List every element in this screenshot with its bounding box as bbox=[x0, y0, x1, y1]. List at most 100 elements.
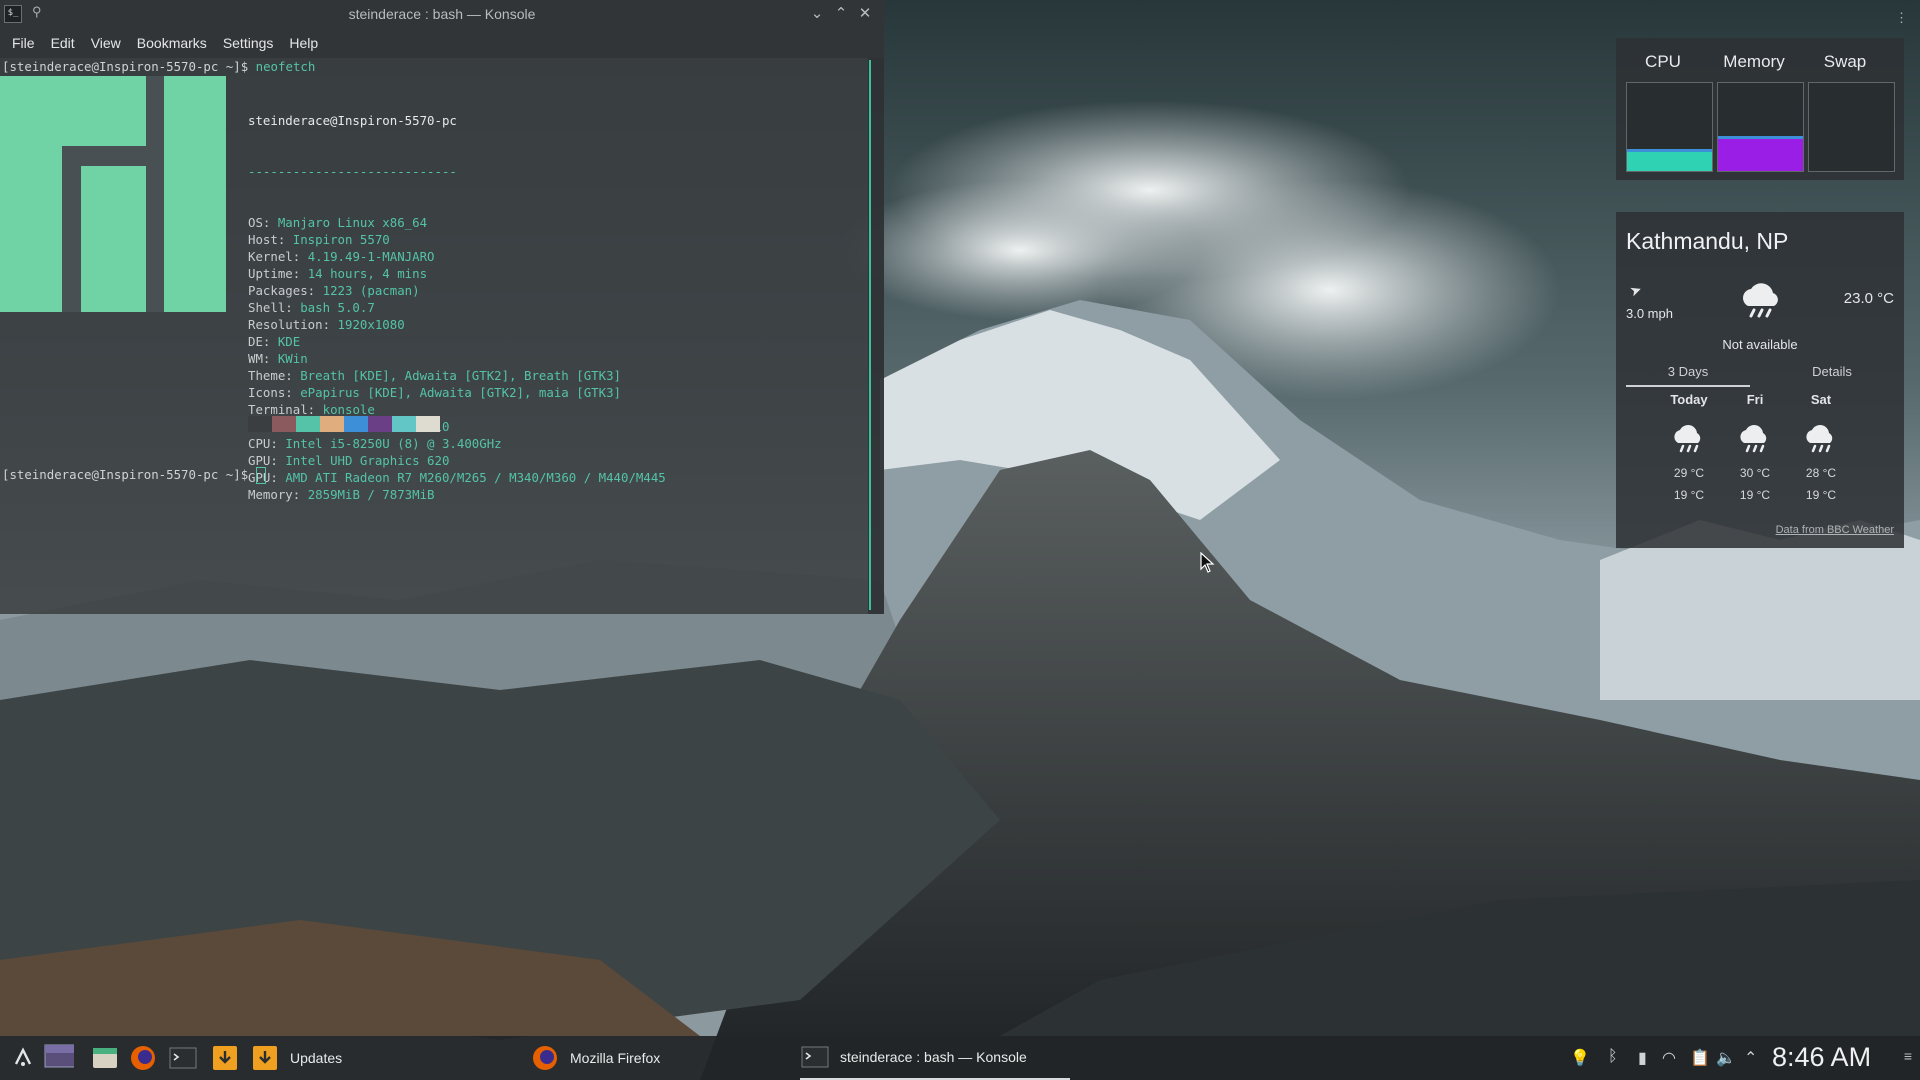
info-line: Shell: bash 5.0.7 bbox=[248, 299, 666, 316]
info-value: KWin bbox=[277, 351, 308, 366]
close-icon[interactable]: ✕ bbox=[854, 3, 876, 25]
info-key: Memory: bbox=[248, 487, 308, 502]
info-value: bash 5.0.7 bbox=[300, 300, 375, 315]
prompt: [steinderace@Inspiron-5570-pc ~]$ bbox=[2, 59, 256, 74]
volume-icon[interactable]: 🔈 bbox=[1716, 1048, 1736, 1068]
file-manager-icon[interactable] bbox=[90, 1044, 120, 1072]
info-line: Theme: Breath [KDE], Adwaita [GTK2], Bre… bbox=[248, 367, 666, 384]
application-launcher-icon[interactable] bbox=[8, 1044, 38, 1072]
wind-speed: 3.0 mph bbox=[1626, 306, 1673, 321]
forecast-low: 19 °C bbox=[1739, 488, 1771, 502]
text-cursor bbox=[255, 467, 266, 484]
info-line: Uptime: 14 hours, 4 mins bbox=[248, 265, 666, 282]
info-line: Host: Inspiron 5570 bbox=[248, 231, 666, 248]
menu-settings[interactable]: Settings bbox=[215, 35, 282, 51]
task-updates[interactable]: Updates bbox=[250, 1036, 520, 1080]
info-value: 4.19.49-1-MANJARO bbox=[307, 249, 435, 264]
info-value: Inspiron 5570 bbox=[292, 232, 390, 247]
tab-details[interactable]: Details bbox=[1770, 364, 1894, 379]
cpu-label: CPU bbox=[1645, 52, 1681, 71]
neofetch-info: steinderace@Inspiron-5570-pc -----------… bbox=[248, 78, 666, 537]
cpu-meter[interactable] bbox=[1626, 82, 1713, 172]
prompt: [steinderace@Inspiron-5570-pc ~]$ bbox=[2, 467, 256, 482]
clock[interactable]: 8:46 AM bbox=[1772, 1042, 1871, 1073]
terminal-icon[interactable] bbox=[168, 1044, 198, 1072]
battery-icon[interactable]: ▮ bbox=[1638, 1048, 1647, 1068]
cpu-fill bbox=[1627, 148, 1712, 171]
bluetooth-icon[interactable]: ᛒ bbox=[1608, 1048, 1618, 1066]
wifi-icon[interactable]: ◠ bbox=[1662, 1048, 1676, 1068]
info-value: Intel UHD Graphics 620 bbox=[285, 453, 450, 468]
forecast-high: 29 °C bbox=[1673, 466, 1705, 480]
memory-label: Memory bbox=[1723, 52, 1785, 71]
download-icon[interactable] bbox=[210, 1044, 240, 1072]
info-value: 2859MiB / 7873MiB bbox=[307, 487, 435, 502]
terminal-area[interactable]: [steinderace@Inspiron-5570-pc ~]$ neofet… bbox=[0, 58, 868, 614]
command-line: [steinderace@Inspiron-5570-pc ~]$ neofet… bbox=[2, 58, 315, 75]
tab-3-days[interactable]: 3 Days bbox=[1626, 364, 1750, 387]
info-key: Terminal: bbox=[248, 402, 323, 417]
info-key: WM: bbox=[248, 351, 278, 366]
task-konsole[interactable]: steinderace : bash — Konsole bbox=[800, 1036, 1070, 1080]
separator: ---------------------------- bbox=[248, 164, 457, 179]
swap-meter[interactable] bbox=[1808, 82, 1895, 172]
system-monitor-widget[interactable]: CPU Memory Swap bbox=[1616, 38, 1904, 180]
info-line: WM: KWin bbox=[248, 350, 666, 367]
info-key: Shell: bbox=[248, 300, 301, 315]
menu-bookmarks[interactable]: Bookmarks bbox=[129, 35, 215, 51]
info-key: Icons: bbox=[248, 385, 301, 400]
konsole-window[interactable]: $_ ⚲ steinderace : bash — Konsole ⌄ ⌃ ✕ … bbox=[0, 0, 884, 614]
panel-settings-icon[interactable]: ≡ bbox=[1904, 1048, 1912, 1064]
weather-widget[interactable]: Kathmandu, NP ➤ 3.0 mph 23.0 °C Not avai… bbox=[1616, 212, 1904, 548]
menu-view[interactable]: View bbox=[83, 35, 129, 51]
info-value: ePapirus [KDE], Adwaita [GTK2], maia [GT… bbox=[300, 385, 621, 400]
maximize-icon[interactable]: ⌃ bbox=[830, 3, 852, 25]
menu-help[interactable]: Help bbox=[281, 35, 326, 51]
forecast-low: 19 °C bbox=[1805, 488, 1837, 502]
minimize-icon[interactable]: ⌄ bbox=[806, 3, 828, 25]
info-value: 14 hours, 4 mins bbox=[307, 266, 428, 281]
info-line: Resolution: 1920x1080 bbox=[248, 316, 666, 333]
task-label: Updates bbox=[290, 1050, 343, 1066]
data-source-link[interactable]: Data from BBC Weather bbox=[1776, 524, 1894, 536]
expand-icon[interactable]: ⌃ bbox=[1744, 1048, 1757, 1068]
menu-edit[interactable]: Edit bbox=[43, 35, 83, 51]
terminal-scrollbar[interactable] bbox=[868, 58, 884, 614]
firefox-icon bbox=[533, 1046, 557, 1070]
info-value: KDE bbox=[277, 334, 301, 349]
konsole-titlebar[interactable]: $_ ⚲ steinderace : bash — Konsole ⌄ ⌃ ✕ bbox=[0, 0, 884, 28]
command-text: neofetch bbox=[255, 59, 316, 74]
pager-desktop-icon[interactable] bbox=[44, 1044, 74, 1072]
memory-meter[interactable] bbox=[1717, 82, 1804, 172]
taskbar: Updates Mozilla Firefox steinderace : ba… bbox=[0, 1036, 1920, 1080]
color-palette bbox=[248, 416, 440, 432]
clipboard-icon[interactable]: 📋 bbox=[1690, 1048, 1710, 1068]
rain-cloud-icon bbox=[1674, 425, 1701, 453]
info-key: Uptime: bbox=[248, 266, 308, 281]
desktop-toolbox-icon[interactable]: ⋮ bbox=[1895, 10, 1908, 26]
task-firefox[interactable]: Mozilla Firefox bbox=[530, 1036, 790, 1080]
info-value: 1223 (pacman) bbox=[322, 283, 420, 298]
weather-location: Kathmandu, NP bbox=[1626, 228, 1789, 254]
color-swatch bbox=[296, 416, 320, 432]
forecast-high: 30 °C bbox=[1739, 466, 1771, 480]
mouse-cursor-icon bbox=[1200, 552, 1215, 573]
info-key: Kernel: bbox=[248, 249, 308, 264]
info-value: Intel i5-8250U (8) @ 3.400GHz bbox=[285, 436, 502, 451]
color-swatch bbox=[344, 416, 368, 432]
info-line: Icons: ePapirus [KDE], Adwaita [GTK2], m… bbox=[248, 384, 666, 401]
menu-file[interactable]: File bbox=[4, 35, 43, 51]
info-value: konsole bbox=[322, 402, 375, 417]
info-key: Resolution: bbox=[248, 317, 338, 332]
condition-text: Not available bbox=[1722, 337, 1798, 352]
terminal-icon bbox=[801, 1046, 829, 1068]
firefox-icon[interactable] bbox=[128, 1044, 158, 1072]
info-line: DE: KDE bbox=[248, 333, 666, 350]
info-line: GPU: Intel UHD Graphics 620 bbox=[248, 452, 666, 469]
color-swatch bbox=[416, 416, 440, 432]
task-label: steinderace : bash — Konsole bbox=[840, 1049, 1027, 1065]
color-swatch bbox=[272, 416, 296, 432]
color-swatch bbox=[392, 416, 416, 432]
color-swatch bbox=[248, 416, 272, 432]
lightbulb-icon[interactable]: 💡 bbox=[1570, 1048, 1590, 1068]
